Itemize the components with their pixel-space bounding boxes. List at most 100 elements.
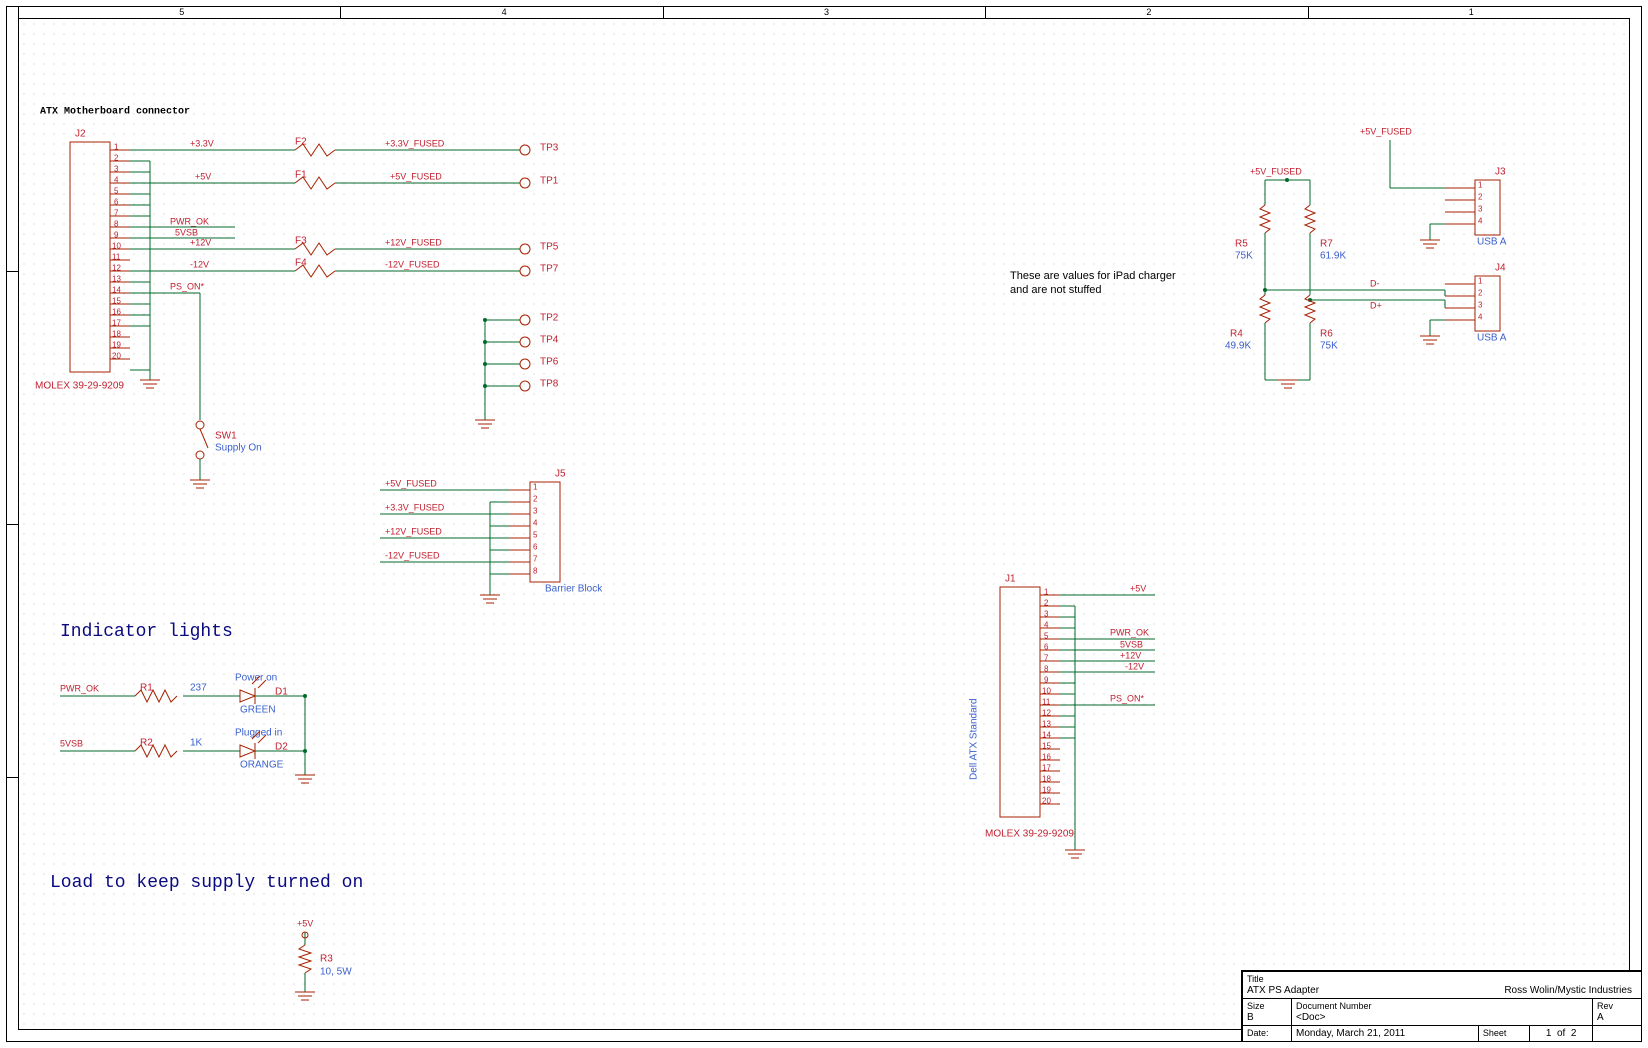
tb-rev-label: Rev: [1597, 1001, 1613, 1011]
svg-text:ORANGE: ORANGE: [240, 759, 284, 770]
load-r3: +5V R3 10, 5W: [295, 918, 352, 1000]
svg-text:9: 9: [114, 231, 119, 240]
usb-section: +5V_FUSED +5V_FUSED These are values for…: [1010, 126, 1507, 388]
svg-text:USB A: USB A: [1477, 236, 1507, 247]
svg-text:PS_ON*: PS_ON*: [170, 281, 205, 291]
svg-text:1: 1: [1478, 181, 1483, 190]
svg-text:11: 11: [112, 253, 121, 262]
svg-text:10: 10: [1042, 687, 1051, 696]
svg-text:PWR_OK: PWR_OK: [1110, 627, 1149, 637]
svg-text:5: 5: [114, 187, 119, 196]
svg-text:Supply On: Supply On: [215, 442, 262, 453]
svg-text:7: 7: [1044, 654, 1049, 663]
svg-text:J5: J5: [555, 468, 566, 479]
svg-text:1: 1: [114, 143, 119, 152]
svg-text:TP6: TP6: [540, 356, 559, 367]
svg-text:TP1: TP1: [540, 175, 559, 186]
svg-text:R5: R5: [1235, 238, 1248, 249]
gnd-testpoints: TP2 TP4 TP6 TP8: [475, 312, 559, 428]
svg-text:2: 2: [1044, 599, 1049, 608]
svg-text:1: 1: [533, 483, 538, 492]
tb-size: B: [1247, 1012, 1254, 1023]
tb-doc-label: Document Number: [1296, 1001, 1372, 1011]
j2-pins: 1 2 3 4 5 6 7 8 9 10 11 12 13 14 15 16 1…: [110, 143, 130, 361]
svg-text:-12V_FUSED: -12V_FUSED: [385, 259, 440, 269]
svg-text:16: 16: [1042, 753, 1051, 762]
svg-text:TP5: TP5: [540, 241, 559, 252]
svg-text:12: 12: [112, 264, 121, 273]
net-5vsb: 5VSB: [130, 227, 235, 238]
svg-text:3: 3: [1478, 301, 1483, 310]
tb-sheet-of: of: [1557, 1028, 1565, 1039]
section-indicator: Indicator lights: [60, 622, 233, 642]
svg-text:+5V_FUSED: +5V_FUSED: [1360, 126, 1412, 136]
svg-text:+3.3V_FUSED: +3.3V_FUSED: [385, 502, 445, 512]
svg-text:5: 5: [533, 531, 538, 540]
svg-text:11: 11: [1042, 698, 1051, 707]
schematic-canvas: ATX Motherboard connector J2 MOLEX 39-29…: [0, 0, 1648, 1048]
svg-text:13: 13: [1042, 720, 1051, 729]
svg-text:D-: D-: [1370, 278, 1380, 288]
svg-text:TP2: TP2: [540, 312, 559, 323]
svg-text:R6: R6: [1320, 328, 1333, 339]
svg-text:20: 20: [112, 352, 121, 361]
svg-text:+5V_FUSED: +5V_FUSED: [390, 171, 442, 181]
svg-text:7: 7: [114, 209, 119, 218]
svg-text:3: 3: [1044, 610, 1049, 619]
svg-text:1: 1: [1044, 588, 1049, 597]
tb-sheet-label: Sheet: [1483, 1028, 1507, 1038]
svg-text:6: 6: [114, 198, 119, 207]
svg-text:3: 3: [533, 507, 538, 516]
svg-text:4: 4: [1478, 313, 1483, 322]
svg-text:PS_ON*: PS_ON*: [1110, 693, 1145, 703]
svg-text:+5V: +5V: [195, 171, 211, 181]
svg-text:3: 3: [114, 165, 119, 174]
svg-text:14: 14: [112, 286, 121, 295]
svg-text:2: 2: [1478, 289, 1483, 298]
tb-doc: <Doc>: [1296, 1012, 1325, 1023]
svg-text:J3: J3: [1495, 166, 1506, 177]
tb-date-label: Date:: [1247, 1028, 1269, 1038]
svg-text:8: 8: [1044, 665, 1049, 674]
svg-text:5: 5: [1044, 632, 1049, 641]
svg-text:+12V_FUSED: +12V_FUSED: [385, 237, 442, 247]
svg-text:R4: R4: [1230, 328, 1243, 339]
svg-text:+12V: +12V: [1120, 650, 1141, 660]
svg-text:10: 10: [112, 242, 121, 251]
tb-sheet-n: 1: [1546, 1028, 1552, 1039]
svg-text:12: 12: [1042, 709, 1051, 718]
j2-ground: [130, 161, 160, 388]
svg-text:20: 20: [1042, 797, 1051, 806]
indicator-row-1: PWR_OK R1 237 Power on D1 GREEN: [60, 672, 305, 715]
svg-text:15: 15: [1042, 742, 1051, 751]
svg-text:15: 15: [112, 297, 121, 306]
svg-text:R3: R3: [320, 953, 333, 964]
svg-text:6: 6: [1044, 643, 1049, 652]
svg-text:5VSB: 5VSB: [1120, 639, 1143, 649]
svg-text:J1: J1: [1005, 573, 1016, 584]
svg-text:TP3: TP3: [540, 142, 559, 153]
tb-date: Monday, March 21, 2011: [1296, 1028, 1405, 1039]
svg-text:+5V_FUSED: +5V_FUSED: [1250, 166, 1302, 176]
tb-sheet-total: 2: [1571, 1028, 1577, 1039]
net-12v: +12V F3 +12V_FUSED TP5: [130, 235, 559, 255]
svg-text:and are not stuffed: and are not stuffed: [1010, 284, 1102, 296]
svg-text:17: 17: [112, 319, 121, 328]
svg-text:Power on: Power on: [235, 672, 277, 683]
svg-text:J4: J4: [1495, 262, 1506, 273]
svg-text:R7: R7: [1320, 238, 1333, 249]
svg-text:237: 237: [190, 682, 207, 693]
svg-text:2: 2: [114, 154, 119, 163]
svg-text:16: 16: [112, 308, 121, 317]
svg-text:+5V: +5V: [297, 918, 313, 928]
tb-size-label: Size: [1247, 1001, 1265, 1011]
tb-title: ATX PS Adapter: [1247, 985, 1438, 996]
svg-text:These are values for iPad char: These are values for iPad charger: [1010, 270, 1176, 282]
net-pwrok: PWR_OK: [130, 216, 235, 227]
net-m12v: -12V F4 -12V_FUSED TP7: [130, 257, 559, 277]
svg-text:+3.3V_FUSED: +3.3V_FUSED: [385, 138, 445, 148]
svg-text:61.9K: 61.9K: [1320, 250, 1346, 261]
indicator-row-2: 5VSB R2 1K Plugged in D2 ORANGE: [60, 694, 315, 783]
svg-text:4: 4: [1044, 621, 1049, 630]
svg-text:13: 13: [112, 275, 121, 284]
